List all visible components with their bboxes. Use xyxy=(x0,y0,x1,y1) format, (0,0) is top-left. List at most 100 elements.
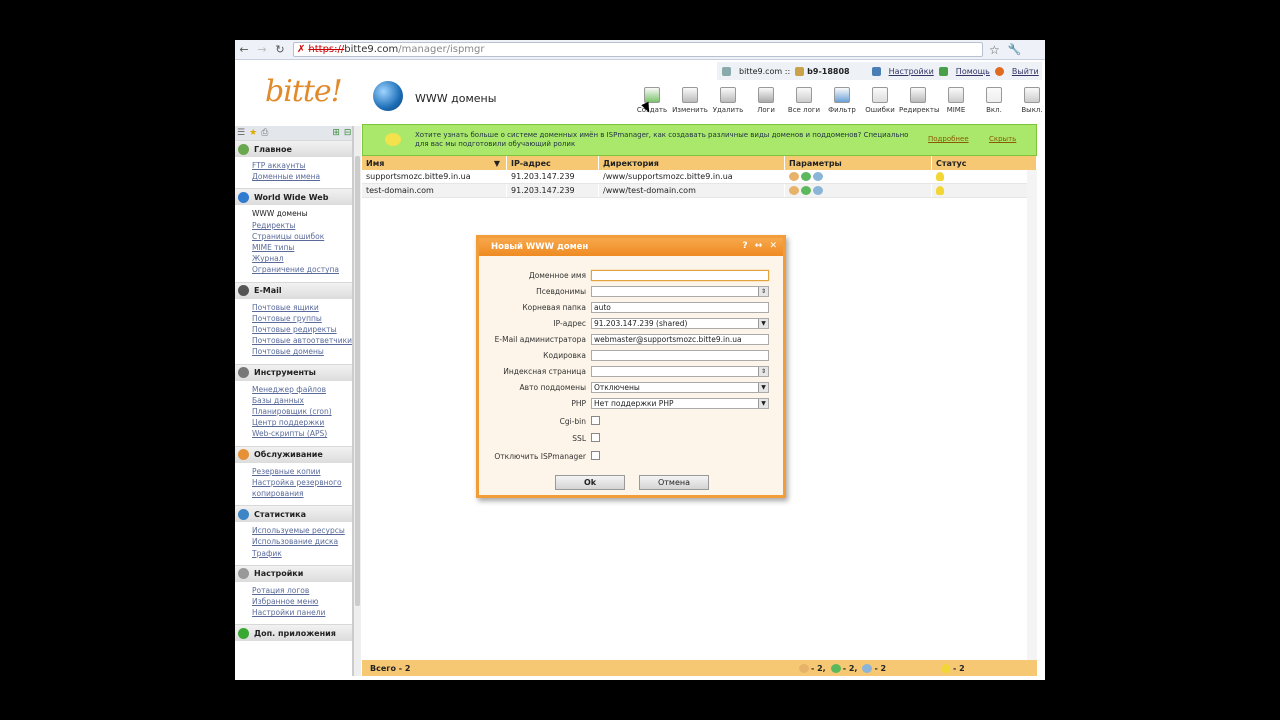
toolbar-edit-button[interactable]: Изменить xyxy=(671,87,709,114)
sidebar-item[interactable]: Резервные копии xyxy=(252,466,352,477)
toolbar-enable-button[interactable]: Вкл. xyxy=(975,87,1013,114)
sidebar-item[interactable]: Журнал xyxy=(252,253,352,264)
sort-down-icon[interactable]: ▼ xyxy=(494,159,500,168)
sidebar-scrollbar[interactable] xyxy=(353,126,361,676)
toolbar-all-logs-button[interactable]: Все логи xyxy=(785,87,823,114)
sidebar-section-title[interactable]: Статистика xyxy=(235,506,352,523)
banner-hide-link[interactable]: Скрыть xyxy=(989,135,1016,144)
admin-email-input[interactable]: webmaster@supportsmozc.bitte9.in.ua xyxy=(591,334,769,345)
banner-more-link[interactable]: Подробнее xyxy=(928,135,969,144)
favorites-star-icon[interactable]: ★ xyxy=(249,128,257,138)
sidebar-item[interactable]: Базы данных xyxy=(252,395,352,406)
dialog-title-bar[interactable]: Новый WWW домен ? ↔ ✕ xyxy=(479,238,783,256)
sidebar-item[interactable]: Менеджер файлов xyxy=(252,384,352,395)
root-folder-input[interactable]: auto xyxy=(591,302,769,313)
sidebar-section-title[interactable]: E-Mail xyxy=(235,282,352,299)
sidebar-item[interactable]: Доменные имена xyxy=(252,171,352,182)
wrench-icon[interactable]: 🔧 xyxy=(1008,43,1022,56)
url-field[interactable]: ✗ https:// bitte9.com /manager/ispmgr xyxy=(293,42,983,57)
expand-icon[interactable]: ⇕ xyxy=(758,287,768,296)
toolbar-filter-button[interactable]: Фильтр xyxy=(823,87,861,114)
cell-ip: 91.203.147.239 xyxy=(507,170,599,183)
sidebar-item[interactable]: FTP аккаунты xyxy=(252,160,352,171)
help-link[interactable]: Помощь xyxy=(956,67,990,76)
url-scheme: https:// xyxy=(308,44,345,55)
logout-link[interactable]: Выйти xyxy=(1012,67,1039,76)
col-ip-header[interactable]: IP-адрес xyxy=(507,156,599,170)
list-icon[interactable]: ☰ xyxy=(237,128,245,138)
sidebar-item[interactable]: Планировщик (cron) xyxy=(252,406,352,417)
sidebar-item[interactable]: Почтовые ящики xyxy=(252,302,352,313)
sidebar-item[interactable]: Редиректы xyxy=(252,220,352,231)
sidebar-section-title[interactable]: Доп. приложения xyxy=(235,625,352,642)
sidebar-item[interactable]: Центр поддержки xyxy=(252,417,352,428)
sidebar-section-title[interactable]: World Wide Web xyxy=(235,189,352,206)
cancel-button[interactable]: Отмена xyxy=(639,475,709,490)
toolbar-redirects-button[interactable]: Редиректы xyxy=(899,87,940,114)
sidebar-item[interactable]: Избранное меню xyxy=(252,596,352,607)
chevron-down-icon[interactable]: ▼ xyxy=(758,399,768,408)
toolbar-disable-button[interactable]: Выкл. xyxy=(1013,87,1045,114)
col-status-header[interactable]: Статус xyxy=(932,156,1037,170)
print-icon[interactable]: ⎙ xyxy=(261,128,268,138)
collapse-all-icon[interactable]: ⊟ xyxy=(344,128,352,138)
disable-ispmanager-checkbox[interactable] xyxy=(591,451,600,460)
sidebar-section-title[interactable]: Инструменты xyxy=(235,364,352,381)
sidebar-item[interactable]: Ротация логов xyxy=(252,585,352,596)
logs-icon xyxy=(758,87,774,103)
sidebar-item[interactable]: Использование диска xyxy=(252,536,352,547)
php-select[interactable]: Нет поддержки PHP ▼ xyxy=(591,398,769,409)
sidebar-item[interactable]: Используемые ресурсы xyxy=(252,525,352,536)
sidebar-item[interactable]: Почтовые домены xyxy=(252,346,352,357)
sidebar-item[interactable]: Ограничение доступа xyxy=(252,264,352,275)
logo[interactable]: bitte! xyxy=(265,74,343,109)
table-row[interactable]: test-domain.com 91.203.147.239/www/test-d… xyxy=(362,184,1037,198)
domain-name-input[interactable] xyxy=(591,270,769,281)
index-page-input[interactable]: ⇕ xyxy=(591,366,769,377)
sidebar-section-title[interactable]: Обслуживание xyxy=(235,446,352,463)
sidebar-item[interactable]: Почтовые группы xyxy=(252,313,352,324)
expand-icon[interactable]: ⇕ xyxy=(758,367,768,376)
sidebar-item[interactable]: Настройка резервного копирования xyxy=(252,477,352,499)
main-scrollbar[interactable] xyxy=(1027,170,1037,660)
ip-select[interactable]: 91.203.147.239 (shared) ▼ xyxy=(591,318,769,329)
autosub-select[interactable]: Отключены ▼ xyxy=(591,382,769,393)
resize-icon[interactable]: ↔ xyxy=(755,241,763,251)
toolbar-errors-button[interactable]: Ошибки xyxy=(861,87,899,114)
sidebar-section: Инструменты Менеджер файлов Базы данных Пла… xyxy=(235,363,352,446)
back-icon[interactable]: ← xyxy=(235,41,253,59)
cgi-checkbox[interactable] xyxy=(591,416,600,425)
sidebar-section: Статистика Используемые ресурсы Использова… xyxy=(235,505,352,565)
col-params-header[interactable]: Параметры xyxy=(785,156,932,170)
sidebar-item[interactable]: Настройки панели xyxy=(252,607,352,618)
aliases-input[interactable]: ⇕ xyxy=(591,286,769,297)
col-dir-header[interactable]: Директория xyxy=(599,156,785,170)
charset-input[interactable] xyxy=(591,350,769,361)
ok-button[interactable]: Ok xyxy=(555,475,625,490)
chevron-down-icon[interactable]: ▼ xyxy=(758,383,768,392)
toolbar-delete-button[interactable]: Удалить xyxy=(709,87,747,114)
toolbar-mime-button[interactable]: MIME xyxy=(937,87,975,114)
sidebar-item[interactable]: WWW домены xyxy=(252,208,352,219)
sidebar-item[interactable]: Трафик xyxy=(252,548,352,559)
sidebar-item[interactable]: Страницы ошибок xyxy=(252,231,352,242)
reload-icon[interactable]: ↻ xyxy=(271,41,289,59)
sidebar-item[interactable]: Почтовые редиректы xyxy=(252,324,352,335)
help-question-icon[interactable]: ? xyxy=(742,241,747,251)
sidebar-section-title[interactable]: Настройки xyxy=(235,565,352,582)
sidebar-item[interactable]: Почтовые автоответчики xyxy=(252,335,352,346)
sidebar-item[interactable]: MIME типы xyxy=(252,242,352,253)
table-row[interactable]: supportsmozc.bitte9.in.ua 91.203.147.239/… xyxy=(362,170,1037,184)
sidebar-section-title[interactable]: Главное xyxy=(235,141,352,157)
col-name-header[interactable]: Имя ▼ xyxy=(362,156,507,170)
forward-icon[interactable]: → xyxy=(253,41,271,59)
account-label: b9-18808 xyxy=(807,66,850,76)
sidebar-item[interactable]: Web-скрипты (APS) xyxy=(252,428,352,439)
ssl-checkbox[interactable] xyxy=(591,433,600,442)
expand-all-icon[interactable]: ⊞ xyxy=(332,128,340,138)
toolbar-logs-button[interactable]: Логи xyxy=(747,87,785,114)
chevron-down-icon[interactable]: ▼ xyxy=(758,319,768,328)
settings-link[interactable]: Настройки xyxy=(889,67,934,76)
bookmark-star-icon[interactable]: ☆ xyxy=(989,43,1000,57)
close-icon[interactable]: ✕ xyxy=(769,241,777,251)
